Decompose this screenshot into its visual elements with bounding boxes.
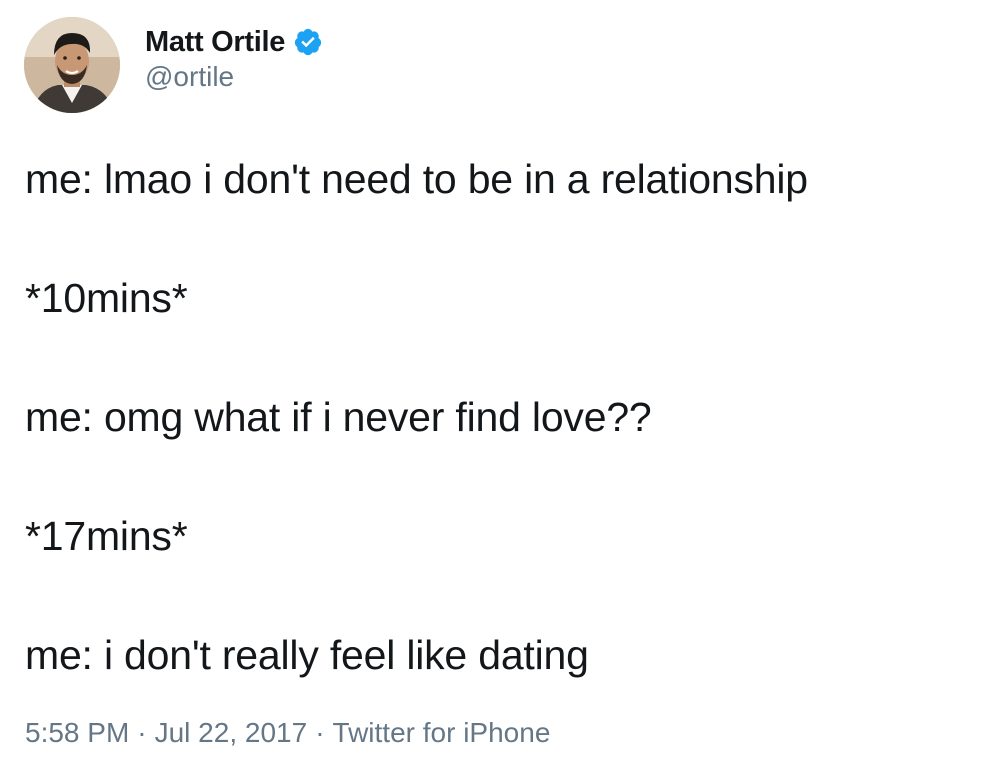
line-break [25, 567, 975, 627]
tweet-metadata: 5:58 PM · Jul 22, 2017 · Twitter for iPhone [25, 717, 550, 749]
tweet-date[interactable]: Jul 22, 2017 [155, 717, 308, 748]
verified-badge-icon [293, 27, 323, 57]
line-break [25, 329, 975, 389]
avatar[interactable] [24, 17, 120, 113]
tweet-text: me: lmao i don't need to be in a relatio… [25, 150, 975, 686]
line-break [25, 210, 975, 270]
tweet-line: me: omg what if i never find love?? [25, 394, 652, 440]
tweet-card: Matt Ortile @ortile me: lmao i don't nee… [0, 0, 998, 782]
tweet-line: *17mins* [25, 513, 188, 559]
line-break [25, 448, 975, 508]
tweet-source[interactable]: Twitter for iPhone [333, 717, 551, 748]
author-name-row: Matt Ortile [145, 24, 323, 60]
avatar-photo [24, 17, 120, 113]
author-handle[interactable]: @ortile [145, 61, 323, 93]
tweet-time[interactable]: 5:58 PM [25, 717, 129, 748]
tweet-line: me: i don't really feel like dating [25, 632, 589, 678]
meta-separator: · [315, 717, 325, 748]
meta-separator: · [137, 717, 147, 748]
tweet-line: *10mins* [25, 275, 188, 321]
author-display-name[interactable]: Matt Ortile [145, 26, 285, 59]
tweet-line: me: lmao i don't need to be in a relatio… [25, 156, 808, 202]
author-block: Matt Ortile @ortile [145, 24, 323, 93]
